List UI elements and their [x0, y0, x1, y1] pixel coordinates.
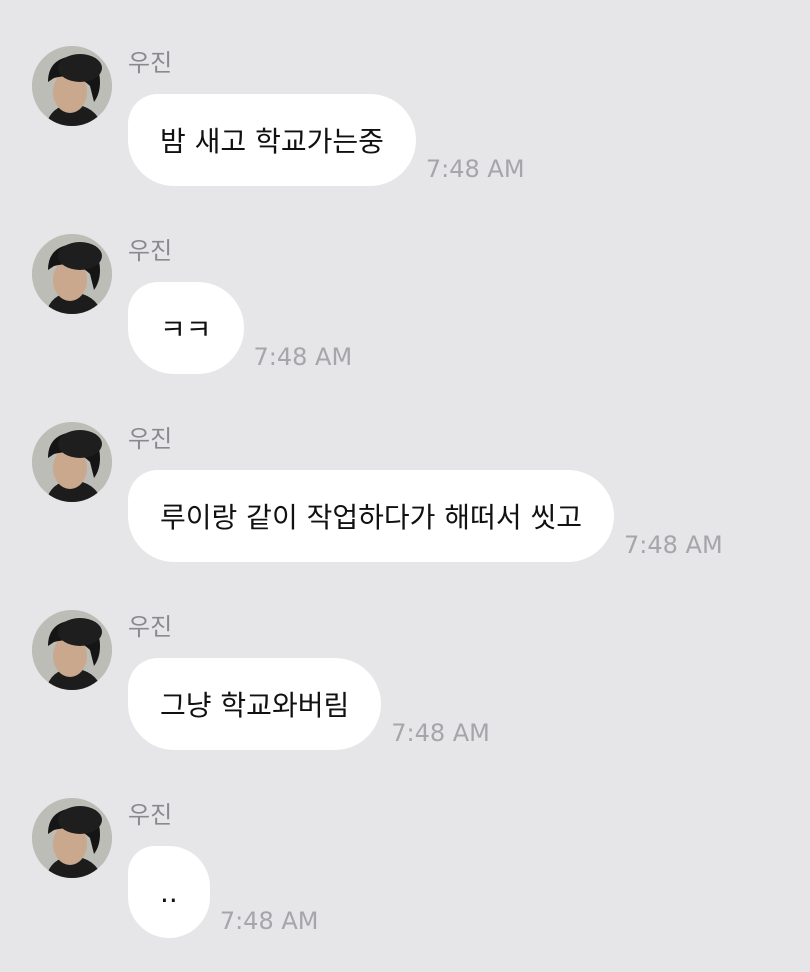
message-group: 우진 ㅋㅋ 7:48 AM: [0, 234, 810, 384]
sender-name: 우진: [128, 49, 173, 77]
profile-photo-icon: [32, 610, 112, 690]
sender-name: 우진: [128, 801, 173, 829]
message-timestamp: 7:48 AM: [253, 343, 353, 371]
message-group: 우진 루이랑 같이 작업하다가 해떠서 씻고 7:48 AM: [0, 422, 810, 572]
message-bubble[interactable]: 그냥 학교와버림: [128, 658, 382, 750]
profile-photo-icon: [32, 798, 112, 878]
message-bubble[interactable]: ..: [128, 846, 210, 938]
message-group: 우진 밤 새고 학교가는중 7:48 AM: [0, 46, 810, 196]
message-bubble[interactable]: 밤 새고 학교가는중: [128, 94, 416, 186]
message-timestamp: 7:48 AM: [624, 531, 723, 559]
avatar[interactable]: [32, 422, 112, 502]
sender-name: 우진: [128, 613, 173, 641]
avatar[interactable]: [32, 234, 112, 314]
sender-name: 우진: [128, 237, 173, 265]
profile-photo-icon: [32, 422, 112, 502]
message-timestamp: 7:48 AM: [425, 155, 525, 183]
message-group: 우진 .. 7:48 AM: [0, 798, 810, 948]
message-timestamp: 7:48 AM: [219, 907, 319, 935]
message-bubble[interactable]: ㅋㅋ: [128, 282, 244, 374]
profile-photo-icon: [32, 234, 112, 314]
profile-photo-icon: [32, 46, 112, 126]
message-bubble[interactable]: 루이랑 같이 작업하다가 해떠서 씻고: [128, 470, 615, 562]
message-timestamp: 7:48 AM: [391, 719, 490, 747]
sender-name: 우진: [128, 425, 173, 453]
avatar[interactable]: [32, 610, 112, 690]
avatar[interactable]: [32, 798, 112, 878]
message-group: 우진 그냥 학교와버림 7:48 AM: [0, 610, 810, 760]
avatar[interactable]: [32, 46, 112, 126]
